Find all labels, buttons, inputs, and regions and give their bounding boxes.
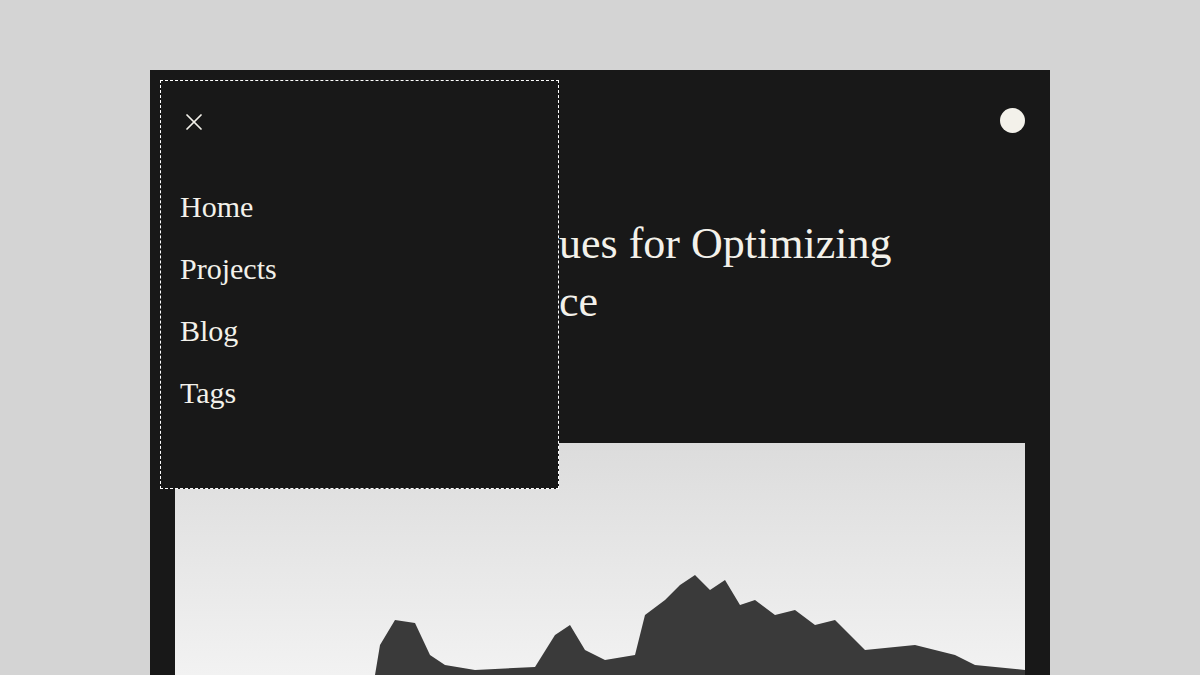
nav-menu: HomeProjectsBlogTags xyxy=(160,80,559,489)
site-panel: ues for OptimizingceHomeProjectsBlogTags xyxy=(150,70,1050,675)
theme-toggle-dot[interactable] xyxy=(1000,108,1025,133)
title-line: ce xyxy=(559,273,1025,331)
nav-item[interactable]: Blog xyxy=(180,300,558,362)
nav-list: HomeProjectsBlogTags xyxy=(180,176,558,424)
page: ues for OptimizingceHomeProjectsBlogTags xyxy=(0,0,1200,675)
nav-item[interactable]: Tags xyxy=(180,362,558,424)
title-line: ues for Optimizing xyxy=(559,215,1025,273)
close-button[interactable] xyxy=(180,108,208,136)
nav-item[interactable]: Home xyxy=(180,176,558,238)
mountain-silhouette-icon xyxy=(175,575,1025,675)
close-icon xyxy=(180,108,208,136)
nav-item[interactable]: Projects xyxy=(180,238,558,300)
